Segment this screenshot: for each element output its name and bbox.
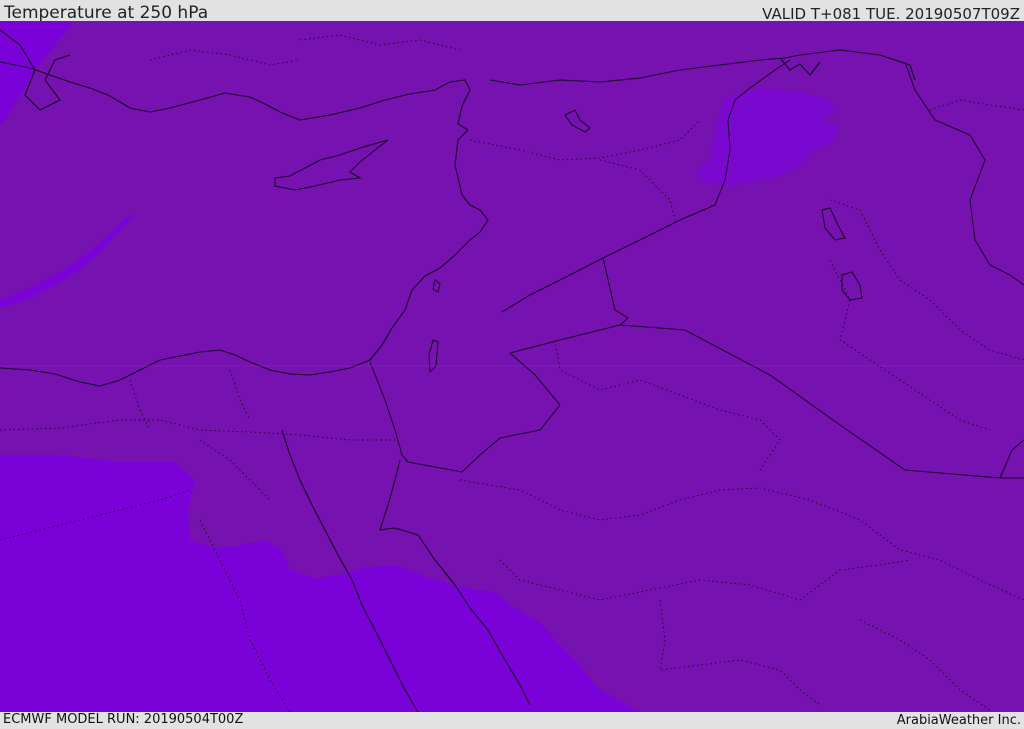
header-bar: Temperature at 250 hPa VALID T+081 TUE. … <box>0 0 1024 23</box>
map-title: Temperature at 250 hPa <box>4 3 209 23</box>
map-canvas <box>0 21 1024 712</box>
footer-bar: ECMWF MODEL RUN: 20190504T00Z ArabiaWeat… <box>0 712 1024 729</box>
model-run-label: ECMWF MODEL RUN: 20190504T00Z <box>3 712 244 727</box>
map-panel <box>0 21 1024 712</box>
credit-label: ArabiaWeather Inc. <box>896 713 1021 728</box>
